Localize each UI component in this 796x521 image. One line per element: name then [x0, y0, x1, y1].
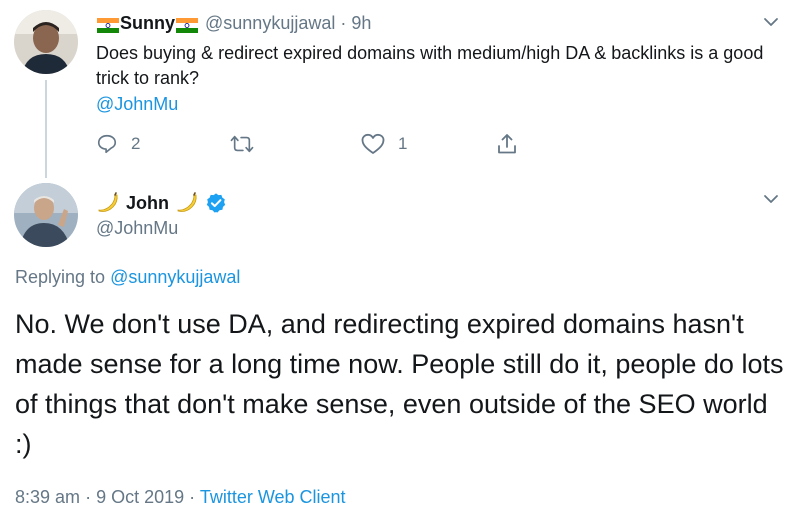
main-tweet-handle[interactable]: @JohnMu: [96, 217, 178, 239]
main-tweet-display-name[interactable]: John: [126, 193, 169, 214]
replying-to-label: Replying to: [15, 267, 106, 287]
reply-tweet-text: Does buying & redirect expired domains w…: [96, 43, 764, 88]
replying-to-line: Replying to @sunnykujjawal: [15, 265, 240, 289]
reply-tweet-display-name[interactable]: Sunny: [120, 12, 175, 34]
main-tweet-name-row: John: [96, 190, 227, 216]
chevron-down-icon[interactable]: [763, 14, 779, 30]
reply-tweet-time[interactable]: 9h: [351, 12, 371, 34]
tweet-time[interactable]: 8:39 am: [15, 487, 80, 507]
retweet-icon: [230, 133, 254, 155]
reply-tweet-separator: ·: [340, 13, 347, 33]
reply-tweet-header: Sunny @sunnykujjawal · 9h: [96, 12, 371, 34]
reply-tweet-mention[interactable]: @JohnMu: [96, 92, 178, 116]
john-avatar[interactable]: [14, 183, 78, 247]
banana-icon: [96, 191, 120, 215]
tweet-client-link[interactable]: Twitter Web Client: [200, 487, 346, 507]
reply-tweet-handle[interactable]: @sunnykujjawal: [205, 12, 335, 34]
thread-connector-line: [45, 80, 47, 178]
tweet-date[interactable]: 9 Oct 2019: [96, 487, 184, 507]
chevron-down-icon[interactable]: [763, 191, 779, 207]
india-flag-icon: [176, 16, 199, 33]
reply-icon: [96, 133, 118, 155]
like-button[interactable]: 1: [361, 130, 407, 158]
verified-badge-icon: [205, 192, 227, 214]
reply-button[interactable]: 2: [96, 130, 140, 158]
like-count: 1: [398, 134, 408, 153]
replying-to-handle-link[interactable]: @sunnykujjawal: [110, 267, 240, 287]
sunny-avatar[interactable]: [14, 10, 78, 74]
heart-icon: [361, 133, 385, 155]
banana-icon: [175, 191, 199, 215]
meta-separator: ·: [189, 487, 196, 507]
meta-separator: ·: [85, 487, 92, 507]
share-icon: [496, 133, 518, 155]
main-tweet-text: No. We don't use DA, and redirecting exp…: [15, 309, 784, 459]
main-tweet-metadata: 8:39 am · 9 Oct 2019 · Twitter Web Clien…: [15, 485, 346, 509]
india-flag-icon: [97, 16, 119, 33]
reply-count: 2: [131, 134, 141, 153]
share-button[interactable]: [496, 130, 518, 158]
retweet-button[interactable]: [230, 130, 267, 158]
